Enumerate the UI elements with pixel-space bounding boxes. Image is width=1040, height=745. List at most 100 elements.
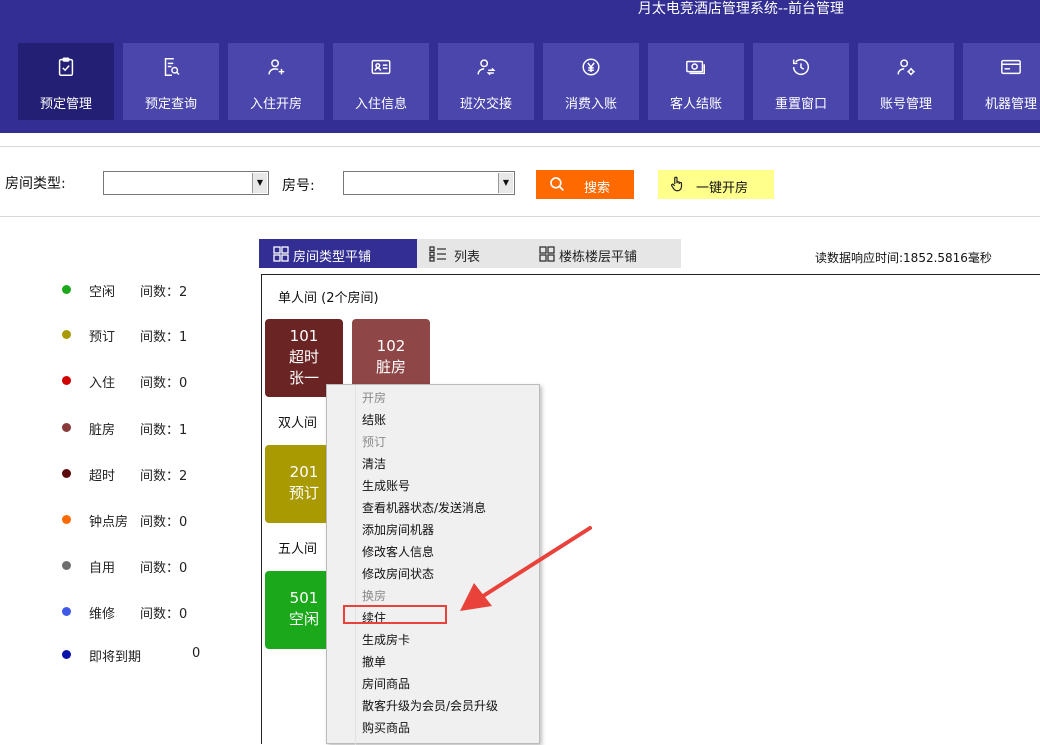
legend-count: 0 [192,646,201,661]
toolbar-divider-bottom [0,216,1040,217]
tab-label: 列表 [454,250,481,265]
menu-item-edit-guest[interactable]: 修改客人信息 [362,543,434,563]
history-icon [753,56,849,80]
nav-account-manage[interactable]: 账号管理 [858,43,954,120]
menu-item-edit-room-status[interactable]: 修改房间状态 [362,565,434,585]
menu-item-open-room: 开房 [362,391,387,405]
legend-count: 间数：1 [140,423,188,438]
tab-label: 房间类型平铺 [293,250,372,265]
legend-count: 间数：2 [140,469,188,484]
menu-item-buy-goods[interactable]: 购买商品 [362,719,410,739]
legend-name: 入住 [89,376,116,391]
tab-building-floor-tile[interactable]: 楼栋楼层平铺 [537,239,681,268]
toolbar-divider-top [0,146,1040,147]
grid-icon [273,246,289,266]
tab-label: 楼栋楼层平铺 [559,250,638,265]
list-icon [429,246,447,266]
nav-guest-checkout[interactable]: 客人结账 [648,43,744,120]
tab-list[interactable]: 列表 [417,239,537,268]
legend-name: 自用 [89,561,116,576]
status-dot [62,285,71,294]
tab-room-type-tile[interactable]: 房间类型平铺 [259,239,417,268]
legend-count: 间数：2 [140,285,188,300]
app-title: 月太电竞酒店管理系统--前台管理 [637,1,844,17]
chevron-down-icon[interactable]: ▼ [498,173,513,193]
app-header: 月太电竞酒店管理系统--前台管理 预定管理 预定查询 入住开房 入住信息 班次交… [0,0,1040,133]
room-number: 102 [376,337,406,355]
legend-name: 维修 [89,607,116,622]
nav-label: 预定管理 [39,97,92,112]
response-time: 读数据响应时间:1852.5816毫秒 [815,251,992,265]
menu-gutter [355,385,356,745]
nav-machine-manage[interactable]: 机器管理 [963,43,1040,120]
status-dot [62,650,71,659]
document-search-icon [123,56,219,80]
view-tabs: 房间类型平铺 列表 楼栋楼层平铺 [259,239,681,268]
legend-count: 间数：0 [140,607,188,622]
nav-label: 消费入账 [564,97,617,112]
nav-check-in[interactable]: 入住开房 [228,43,324,120]
quick-open-button[interactable]: 一键开房 [658,170,774,199]
status-dot [62,607,71,616]
nav-label: 重置窗口 [774,97,827,112]
id-card-icon [333,56,429,80]
menu-item-generate-account[interactable]: 生成账号 [362,477,410,497]
cash-icon [648,56,744,80]
room-no-select[interactable]: ▼ [343,171,515,195]
menu-item-cancel-order[interactable]: 撤单 [362,653,386,673]
menu-item-add-machine[interactable]: 添加房间机器 [362,521,434,541]
nav-label: 入住信息 [354,97,407,112]
nav-reservation-manage[interactable]: 预定管理 [18,43,114,120]
nav-reset-window[interactable]: 重置窗口 [753,43,849,120]
group-title-double: 双人间 [278,416,318,431]
menu-item-member-upgrade[interactable]: 散客升级为会员/会员升级 [362,697,498,717]
room-status: 脏房 [375,358,406,376]
yen-circle-icon [543,56,639,80]
nav-label: 预定查询 [144,97,197,112]
nav-shift-handover[interactable]: 班次交接 [438,43,534,120]
user-swap-icon [438,56,534,80]
group-title-five: 五人间 [278,542,318,557]
nav-label: 班次交接 [459,97,512,112]
user-add-icon [228,56,324,80]
status-dot [62,469,71,478]
group-title-single: 单人间 (2个房间) [278,291,379,306]
menu-item-checkout[interactable]: 结账 [362,411,386,431]
nav-label: 机器管理 [984,97,1037,112]
legend-name: 超时 [89,469,116,484]
legend-name: 钟点房 [89,515,129,530]
status-dot [62,330,71,339]
nav-label: 账号管理 [879,97,932,112]
nav-label: 客人结账 [669,97,722,112]
clipboard-check-icon [18,56,114,80]
status-dot [62,376,71,385]
legend-name: 即将到期 [89,650,142,665]
status-dot [62,423,71,432]
menu-item-room-goods[interactable]: 房间商品 [362,675,410,695]
legend-count: 间数：0 [140,515,188,530]
nav-reservation-query[interactable]: 预定查询 [123,43,219,120]
menu-item-clean[interactable]: 清洁 [362,455,386,475]
nav-label: 入住开房 [249,97,302,112]
chevron-down-icon[interactable]: ▼ [252,173,267,193]
menu-item-generate-room-card[interactable]: 生成房卡 [362,631,410,651]
menu-item-reserve: 预订 [362,435,387,449]
user-settings-icon [858,56,954,80]
status-dot [62,561,71,570]
status-dot [62,515,71,524]
annotation-arrow-icon [460,526,592,611]
hand-pointer-icon [668,175,686,197]
room-type-select[interactable]: ▼ [103,171,269,195]
search-button[interactable]: 搜索 [536,170,634,199]
legend-name: 预订 [89,330,116,345]
grid-icon [539,246,555,266]
room-no-label: 房号: [282,178,315,194]
nav-consumption-entry[interactable]: 消费入账 [543,43,639,120]
room-number: 101 [289,327,319,345]
menu-item-machine-status[interactable]: 查看机器状态/发送消息 [362,499,486,519]
search-button-label: 搜索 [584,181,611,196]
room-status: 超时 [288,348,319,366]
search-icon [548,175,566,197]
highlight-box [343,605,447,624]
nav-check-in-info[interactable]: 入住信息 [333,43,429,120]
